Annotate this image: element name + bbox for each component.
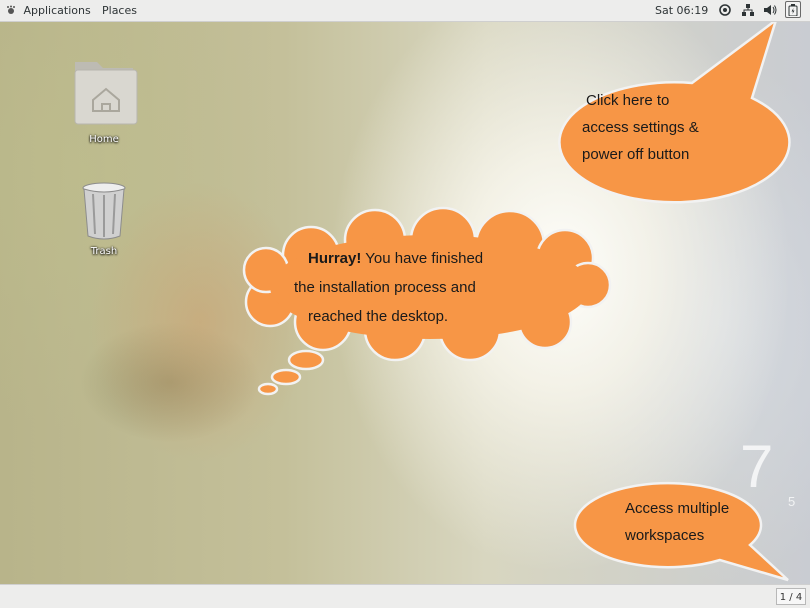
callout-line: reached the desktop.	[308, 308, 449, 325]
callout-line: access settings &	[582, 119, 699, 136]
workspaces-callout-text: Access multiple workspaces	[625, 495, 729, 549]
gnome-foot-icon	[6, 5, 16, 15]
bottom-panel: 1 / 4	[0, 584, 810, 608]
network-icon	[742, 4, 754, 16]
callout-bold: Hurray!	[308, 250, 362, 267]
callout-line: the installation process and	[294, 279, 476, 296]
callout-line: Access multiple	[625, 500, 730, 517]
callout-line: workspaces	[625, 527, 705, 544]
clock[interactable]: Sat 06:19	[655, 4, 708, 17]
workspace-switcher[interactable]: 1 / 4	[776, 588, 806, 605]
battery-icon	[788, 3, 798, 16]
battery-button[interactable]	[785, 1, 801, 18]
places-menu[interactable]: Places	[102, 4, 137, 17]
callout-line: power off button	[582, 146, 690, 163]
callout-rest: You have finished	[361, 250, 484, 267]
callout-line: Hurray! You have finished	[294, 244, 483, 273]
top-panel: Applications Places Sat 06:19	[0, 0, 810, 22]
applications-menu[interactable]: Applications	[6, 4, 91, 17]
cloud-callout-text: Hurray! You have finished the installati…	[294, 244, 483, 331]
volume-icon	[764, 5, 777, 15]
applications-label: Applications	[23, 4, 91, 17]
accessibility-icon	[719, 4, 731, 16]
settings-callout-text: Click here to access settings & power of…	[582, 87, 699, 168]
callout-line: Click here to	[586, 92, 670, 109]
